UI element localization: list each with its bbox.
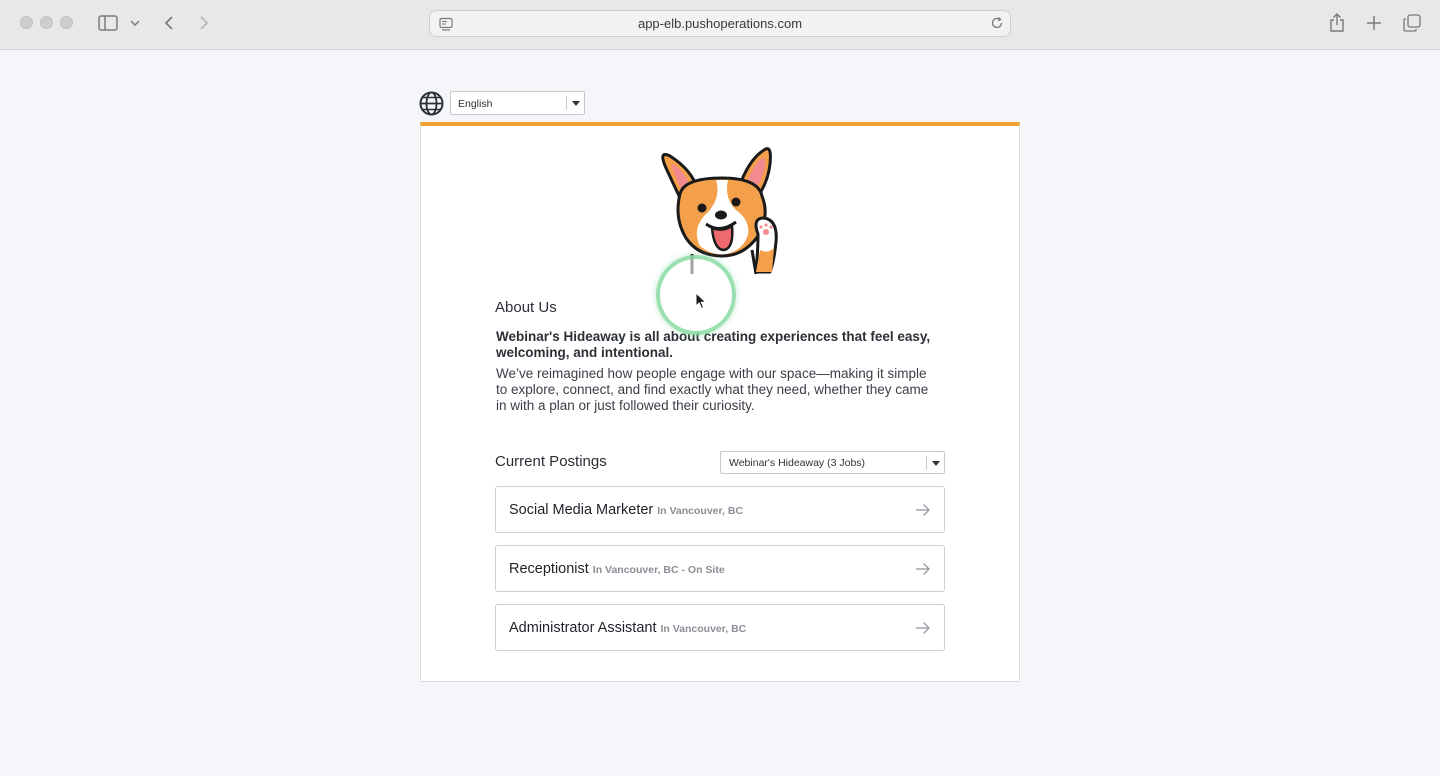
corgi-mascot-image	[640, 138, 800, 278]
job-posting-social-media-marketer[interactable]: Social Media Marketer In Vancouver, BC	[495, 486, 945, 533]
caret-down-icon	[572, 101, 580, 106]
location-filter-select[interactable]: Webinar's Hideaway (3 Jobs)	[720, 451, 945, 474]
job-posting-administrator-assistant[interactable]: Administrator Assistant In Vancouver, BC	[495, 604, 945, 651]
share-icon[interactable]	[1328, 12, 1346, 34]
tabs-overview-icon[interactable]	[1402, 12, 1422, 34]
select-divider	[926, 456, 927, 470]
postings-heading: Current Postings	[495, 453, 607, 470]
about-body-text: We’ve reimagined how people engage with …	[496, 366, 929, 413]
back-icon[interactable]	[162, 12, 176, 34]
location-filter-value: Webinar's Hideaway (3 Jobs)	[729, 457, 866, 469]
sidebar-icon[interactable]	[97, 12, 119, 34]
browser-toolbar: app-elb.pushoperations.com	[0, 0, 1440, 50]
chevron-down-icon[interactable]	[129, 12, 141, 34]
language-select-value: English	[458, 98, 493, 110]
job-location: In Vancouver, BC	[660, 623, 747, 635]
language-select[interactable]: English	[450, 91, 585, 115]
job-location: In Vancouver, BC - On Site	[592, 564, 725, 576]
job-posting-receptionist[interactable]: Receptionist In Vancouver, BC - On Site	[495, 545, 945, 592]
zoom-window-button[interactable]	[60, 16, 73, 29]
minimize-window-button[interactable]	[40, 16, 53, 29]
arrow-right-icon	[915, 503, 931, 522]
select-divider	[566, 96, 567, 110]
close-window-button[interactable]	[20, 16, 33, 29]
new-tab-icon[interactable]	[1365, 12, 1383, 34]
address-bar[interactable]: app-elb.pushoperations.com	[429, 10, 1011, 37]
arrow-right-icon	[915, 621, 931, 640]
caret-down-icon	[932, 461, 940, 466]
url-text: app-elb.pushoperations.com	[637, 16, 803, 31]
job-location: In Vancouver, BC	[657, 505, 744, 517]
job-title: Receptionist	[509, 561, 589, 577]
arrow-right-icon	[915, 562, 931, 581]
forward-icon[interactable]	[197, 12, 211, 34]
about-lead-text: Webinar's Hideaway is all about creating…	[496, 329, 931, 360]
mouse-cursor-icon	[695, 291, 708, 315]
job-title: Administrator Assistant	[509, 620, 657, 636]
about-heading: About Us	[495, 299, 557, 316]
job-title: Social Media Marketer	[509, 502, 654, 518]
globe-icon	[419, 91, 444, 116]
reload-icon[interactable]	[990, 16, 1004, 35]
